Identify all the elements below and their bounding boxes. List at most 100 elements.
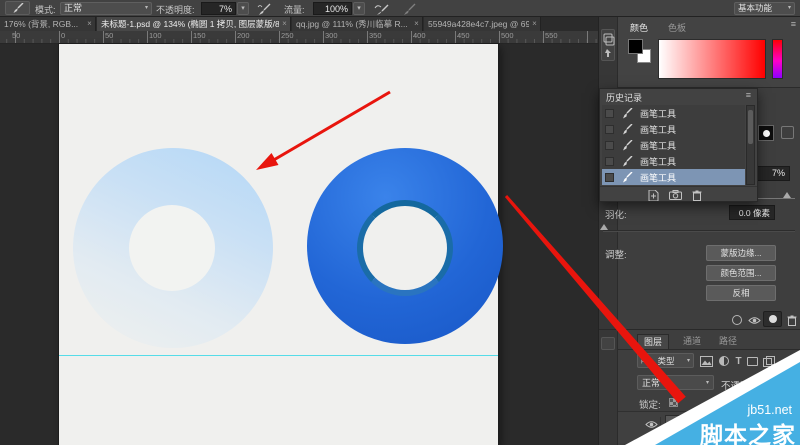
foreground-background-swatches[interactable] [628, 39, 654, 65]
watermark-name-text: 脚本之家 [700, 416, 796, 445]
document-tab[interactable]: qq.jpg @ 111% (秀川临摹 R... × [292, 17, 423, 31]
tab-paths[interactable]: 路径 [713, 334, 743, 349]
blend-mode-select[interactable]: 正常 ▾ [637, 375, 714, 390]
tablet-pressure-opacity-icon[interactable] [255, 1, 273, 16]
feather-slider[interactable] [603, 230, 795, 232]
history-panel-footer [600, 186, 757, 202]
trash-icon[interactable] [784, 313, 800, 327]
color-ramp[interactable] [658, 39, 766, 79]
history-step[interactable]: 画笔工具 [602, 153, 745, 169]
chevron-down-icon: ▾ [145, 3, 148, 14]
collapsed-panel-icon[interactable] [601, 29, 615, 61]
history-panel-title: 历史记录 [606, 91, 642, 104]
document-tab-active[interactable]: 未标题-1.psd @ 134% (椭圆 1 拷贝, 图层蒙版/8)* × [97, 17, 291, 31]
workspace-select[interactable]: 基本功能 ▾ [734, 2, 795, 15]
scrollbar-thumb[interactable] [748, 110, 753, 144]
color-range-button[interactable]: 颜色范围... [706, 265, 776, 281]
solid-donut-hole [357, 200, 453, 296]
document-tab[interactable]: 176% (背景, RGB... × [0, 17, 96, 31]
history-source-checkbox[interactable] [605, 173, 614, 182]
load-selection-icon[interactable] [732, 315, 742, 325]
tab-layers[interactable]: 图层 [637, 334, 669, 349]
brush-preset-picker[interactable] [5, 1, 30, 15]
watermark-site-text: jb51.net [748, 403, 792, 417]
history-step[interactable]: 画笔工具 [602, 121, 745, 137]
chevron-down-icon: ▾ [706, 379, 709, 386]
apply-mask-eye-icon[interactable] [746, 313, 762, 327]
history-step[interactable]: 画笔工具 [602, 137, 745, 153]
layer-thumbnail [665, 415, 687, 437]
close-icon[interactable]: × [279, 17, 290, 31]
history-source-checkbox[interactable] [605, 141, 614, 150]
history-panel: 历史记录 ≡ 画笔工具 画笔工具 画笔工具 [599, 88, 758, 202]
history-source-checkbox[interactable] [605, 157, 614, 166]
document-tab[interactable]: 55949a428e4c7.jpeg @ 69.9... × [424, 17, 541, 31]
opacity-label: 不透明度: [156, 3, 195, 16]
chevron-down-icon: ▾ [687, 357, 690, 364]
mode-select[interactable]: 正常 ▾ [60, 2, 152, 15]
trash-icon[interactable] [690, 189, 704, 201]
history-step[interactable]: 画笔工具 [602, 105, 745, 121]
filter-smart-object-icon[interactable] [761, 355, 776, 367]
cyan-guide-line [59, 355, 498, 356]
mask-edge-button[interactable]: 蒙版边缘... [706, 245, 776, 261]
invert-button[interactable]: 反相 [706, 285, 776, 301]
search-icon: ρ [641, 357, 645, 364]
tab-color[interactable]: 颜色 [630, 21, 648, 34]
brush-tool-icon [622, 124, 633, 135]
layer-filter-select[interactable]: ρ 类型 ▾ [637, 353, 694, 368]
flow-dropdown-button[interactable]: ▾ [353, 2, 365, 15]
panel-menu-icon[interactable]: ≡ [791, 19, 796, 29]
opacity-value[interactable]: 7% [201, 2, 236, 15]
tablet-pressure-size-icon[interactable] [400, 1, 418, 16]
filter-shape-layers-icon[interactable] [745, 355, 760, 367]
feather-value[interactable]: 0.0 像素 [729, 205, 775, 220]
mask-thumbnail-icon[interactable] [758, 125, 774, 141]
close-icon[interactable]: × [529, 17, 540, 31]
history-source-checkbox[interactable] [605, 125, 614, 134]
tool-options-bar: 模式: 正常 ▾ 不透明度: 7% ▾ 流量: 100% ▾ 基本功能 ▾ [0, 0, 800, 17]
brush-tool-icon [622, 108, 633, 119]
panel-divider [599, 329, 800, 330]
brush-icon [12, 3, 24, 13]
panel-menu-icon[interactable]: ≡ [746, 90, 751, 100]
tab-channels[interactable]: 通道 [677, 334, 707, 349]
history-step-selected[interactable]: 画笔工具 [602, 169, 745, 185]
mask-enabled-toggle[interactable] [763, 311, 782, 327]
tabs-underline [618, 349, 800, 350]
opacity-dropdown-button[interactable]: ▾ [237, 2, 249, 15]
filter-adjustment-layers-icon[interactable] [716, 355, 731, 367]
eye-icon [645, 420, 658, 429]
history-scrollbar[interactable] [746, 105, 755, 185]
new-snapshot-camera-icon[interactable] [668, 189, 682, 201]
color-panel: 颜色 色板 ≡ [618, 17, 800, 88]
density-slider-thumb[interactable] [783, 192, 791, 198]
close-icon[interactable]: × [84, 17, 95, 31]
horizontal-ruler: 50 0 50 100 150 200 250 300 350 400 450 … [0, 31, 598, 44]
history-list: 画笔工具 画笔工具 画笔工具 画笔工具 [602, 105, 745, 185]
filter-pixel-layers-icon[interactable] [699, 355, 714, 367]
vector-mask-icon[interactable] [781, 126, 794, 139]
brush-tool-icon [622, 172, 633, 183]
chevron-down-icon: ▾ [788, 3, 791, 14]
layer-opacity-label: 不透明度: [721, 378, 762, 392]
lock-transparency-icon[interactable] [669, 398, 678, 407]
tab-swatches[interactable]: 色板 [668, 21, 686, 34]
collapsed-panel-icon[interactable] [601, 337, 615, 350]
close-icon[interactable]: × [411, 17, 422, 31]
new-document-from-state-icon[interactable] [646, 189, 660, 201]
layer-visibility-toggle[interactable] [643, 417, 661, 431]
foreground-color-swatch[interactable] [628, 39, 643, 54]
photoshop-window: 模式: 正常 ▾ 不透明度: 7% ▾ 流量: 100% ▾ 基本功能 ▾ 17… [0, 0, 800, 445]
feather-slider-thumb[interactable] [600, 224, 608, 230]
hue-slider[interactable] [772, 39, 783, 79]
lock-label: 锁定: [639, 397, 661, 411]
flow-value[interactable]: 100% [313, 2, 352, 15]
filter-type-layers-icon[interactable]: T [731, 355, 746, 367]
faint-donut-hole [129, 205, 215, 291]
history-source-checkbox[interactable] [605, 109, 614, 118]
document-canvas[interactable] [59, 44, 498, 445]
airbrush-icon[interactable] [372, 1, 390, 16]
brush-tool-icon [622, 156, 633, 167]
brush-tool-icon [622, 140, 633, 151]
